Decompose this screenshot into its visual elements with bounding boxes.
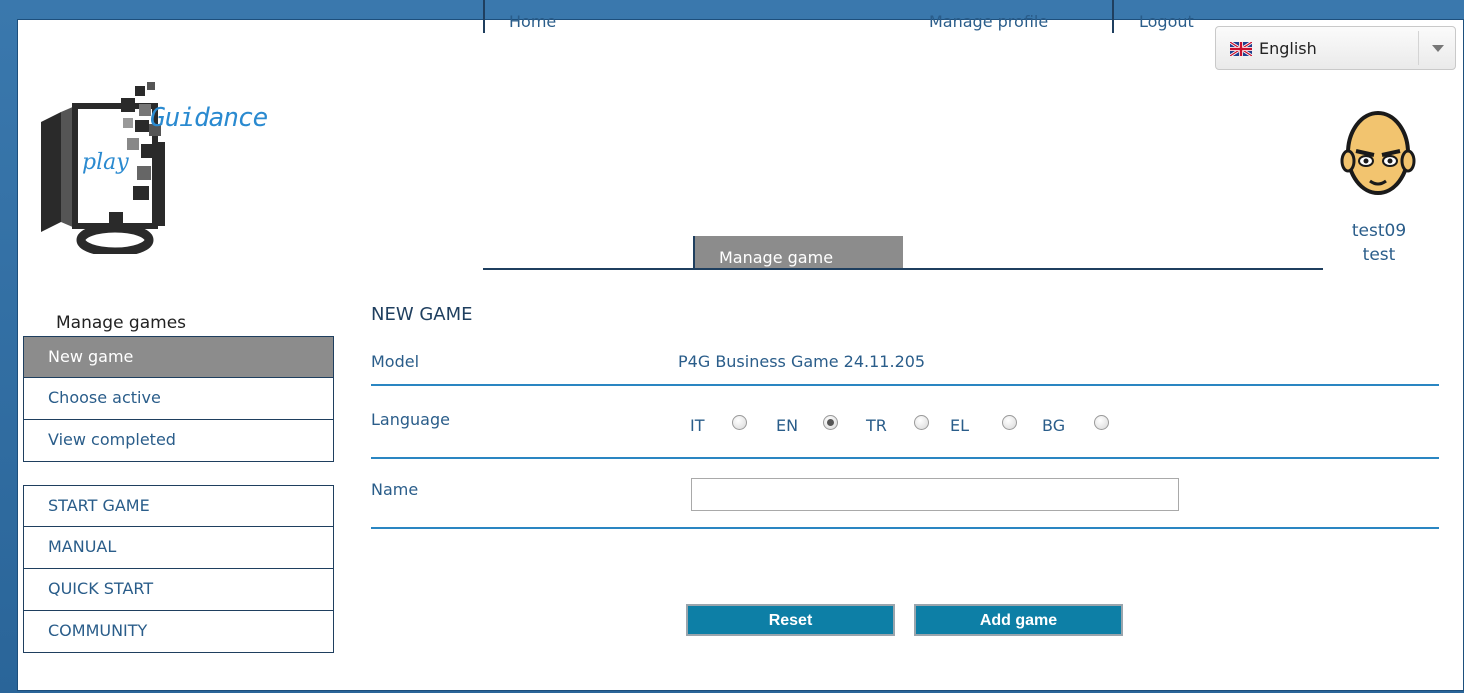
- user-avatar[interactable]: [1340, 103, 1416, 205]
- sidebar-item-view-completed[interactable]: View completed: [23, 420, 334, 462]
- nav-home-label: Home: [509, 12, 557, 31]
- nav-logout-label: Logout: [1139, 12, 1194, 31]
- sidebar-item-choose-active[interactable]: Choose active: [23, 378, 334, 420]
- model-label: Model: [371, 352, 420, 371]
- sidebar-item-community[interactable]: COMMUNITY: [23, 611, 334, 653]
- nav-manage-game[interactable]: Manage game: [693, 236, 903, 269]
- sidebar-item-start-game[interactable]: START GAME: [23, 485, 334, 527]
- sidebar-title: Manage games: [56, 313, 187, 333]
- nav-home[interactable]: Home: [483, 0, 693, 33]
- sidebar-manage-group: New game Choose active View completed: [23, 336, 334, 462]
- divider: [371, 384, 1439, 386]
- language-option-label: EN: [776, 416, 799, 435]
- reset-button[interactable]: Reset: [686, 604, 895, 636]
- name-label: Name: [371, 480, 419, 499]
- language-label: Language: [371, 410, 450, 429]
- page-title: NEW GAME: [371, 304, 473, 325]
- radio-en[interactable]: [823, 415, 838, 430]
- sidebar-resources-group: START GAME MANUAL QUICK START COMMUNITY: [23, 485, 334, 653]
- language-select-divider: [1418, 31, 1419, 65]
- language-option-label: EL: [950, 416, 970, 435]
- radio-tr[interactable]: [914, 415, 929, 430]
- nav-manage-profile[interactable]: Manage profile: [903, 0, 1113, 33]
- user-name: test: [1362, 245, 1396, 265]
- language-option-label: TR: [866, 416, 887, 435]
- nav-manage-profile-label: Manage profile: [929, 12, 1049, 31]
- divider: [371, 457, 1439, 459]
- logo-text-play: play: [82, 150, 129, 175]
- nav-logout[interactable]: Logout: [1112, 0, 1322, 33]
- language-option-label: BG: [1042, 416, 1066, 435]
- language-select-value: English: [1259, 39, 1317, 58]
- model-value: P4G Business Game 24.11.205: [678, 352, 926, 371]
- divider: [371, 527, 1439, 529]
- sidebar-item-quick-start[interactable]: QUICK START: [23, 569, 334, 611]
- sidebar-item-manual[interactable]: MANUAL: [23, 527, 334, 569]
- radio-el[interactable]: [1002, 415, 1017, 430]
- add-game-button[interactable]: Add game: [914, 604, 1123, 636]
- nav-underline: [483, 268, 1323, 270]
- name-input[interactable]: [691, 478, 1179, 511]
- uk-flag-icon: [1230, 42, 1252, 56]
- user-username: test09: [1351, 221, 1407, 241]
- nav-manage-game-label: Manage game: [719, 248, 834, 267]
- language-option-label: IT: [690, 416, 705, 435]
- chevron-down-icon[interactable]: [1432, 45, 1444, 52]
- logo-text-guidance: Guidance: [150, 103, 268, 133]
- radio-bg[interactable]: [1094, 415, 1109, 430]
- radio-it[interactable]: [732, 415, 747, 430]
- sidebar-item-new-game[interactable]: New game: [23, 336, 334, 378]
